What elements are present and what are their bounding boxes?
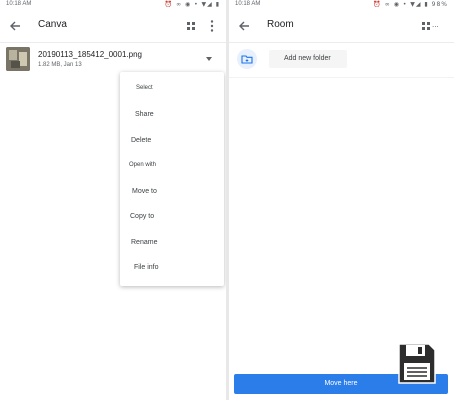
status-icons: ⏰ ∞ ◉ • ▼◢ ▮	[164, 1, 220, 8]
menu-item-file-info[interactable]: File info	[120, 256, 224, 281]
status-time: 10:18 AM	[6, 1, 32, 7]
menu-item-share[interactable]: Share	[120, 103, 224, 128]
file-thumbnail	[6, 47, 30, 71]
menu-item-copy-to[interactable]: Copy to	[120, 205, 224, 230]
new-folder-icon	[237, 49, 257, 69]
grid-view-icon[interactable]	[186, 21, 196, 31]
add-folder-row[interactable]: Add new folder	[229, 43, 454, 78]
menu-item-select[interactable]: Select	[120, 77, 224, 102]
right-screen: 10:18 AM ⏰ ∞ ◉ • ▼◢ ▮ 98% Room ... Add n…	[229, 0, 454, 400]
status-bar: 10:18 AM ⏰ ∞ ◉ • ▼◢ ▮	[0, 0, 226, 10]
status-icons: ⏰ ∞ ◉ • ▼◢ ▮ 98%	[373, 1, 448, 8]
back-arrow-icon[interactable]	[236, 18, 252, 34]
status-time: 10:18 AM	[235, 1, 261, 7]
file-name: 20190113_185412_0001.png	[38, 50, 142, 59]
floppy-disk-icon	[398, 343, 436, 384]
menu-item-move-to[interactable]: Move to	[120, 180, 224, 205]
context-menu: Select Share Delete Open with Move to Co…	[120, 72, 224, 286]
add-new-folder-label: Add new folder	[269, 50, 347, 68]
more-vert-icon[interactable]	[207, 19, 217, 33]
app-bar: Canva	[0, 10, 226, 43]
back-arrow-icon[interactable]	[7, 18, 23, 34]
status-bar: 10:18 AM ⏰ ∞ ◉ • ▼◢ ▮ 98%	[229, 0, 454, 10]
app-bar: Room ...	[229, 10, 454, 43]
left-screen: 10:18 AM ⏰ ∞ ◉ • ▼◢ ▮ Canva 20190113_185…	[0, 0, 226, 400]
overflow-more[interactable]: ...	[432, 20, 439, 29]
page-title: Room	[267, 19, 294, 30]
grid-view-icon[interactable]	[421, 21, 431, 31]
file-meta: 1.82 MB, Jan 13	[38, 62, 82, 68]
menu-item-rename[interactable]: Rename	[120, 231, 224, 256]
battery-percent: 98%	[431, 1, 448, 8]
menu-item-delete[interactable]: Delete	[120, 129, 224, 154]
page-title: Canva	[38, 19, 67, 30]
expand-dropdown-icon[interactable]	[206, 57, 212, 61]
menu-item-open-with[interactable]: Open with	[120, 154, 224, 179]
